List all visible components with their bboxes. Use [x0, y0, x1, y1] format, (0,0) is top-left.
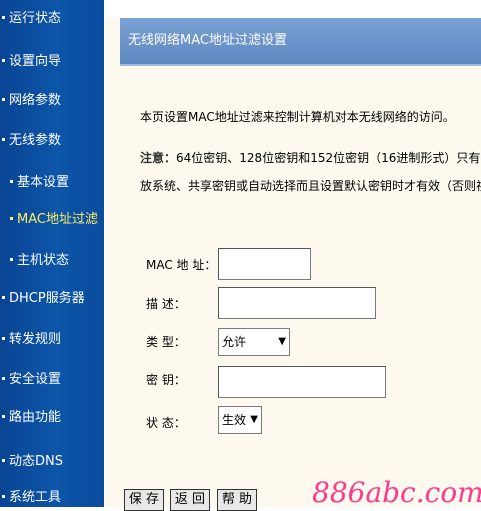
status-label: 状 态： [146, 416, 186, 430]
sidebar-item-wireless-params[interactable]: 无线参数 [0, 129, 104, 153]
sidebar-item-label: 主机状态 [17, 253, 70, 268]
chevron-down-icon[interactable]: ▼ [250, 407, 258, 433]
page-description: 本页设置MAC地址过滤来控制计算机对本无线网络的访问。 [140, 110, 455, 124]
help-button[interactable]: 帮 助 [217, 489, 257, 511]
sidebar-item-network-params[interactable]: 网络参数 [0, 89, 104, 113]
page-title: 无线网络MAC地址过滤设置 [120, 18, 481, 64]
sidebar-item-label: 基本设置 [17, 175, 70, 190]
bullet-icon [2, 58, 5, 62]
key-label: 密 钥： [146, 373, 186, 387]
bullet-icon [2, 295, 5, 299]
type-label: 类 型： [146, 335, 186, 349]
key-input[interactable] [218, 366, 386, 398]
content-area: 本页设置MAC地址过滤来控制计算机对本无线网络的访问。 注意：64位密钥、128… [120, 66, 481, 507]
type-select[interactable]: 允许 ▼ [218, 328, 290, 356]
sidebar-item-label: 安全设置 [9, 372, 62, 387]
sidebar-item-host-status[interactable]: 主机状态 [0, 249, 114, 273]
main-panel: 无线网络MAC地址过滤设置 本页设置MAC地址过滤来控制计算机对本无线网络的访问… [104, 0, 481, 511]
chevron-down-icon[interactable]: ▼ [278, 329, 286, 355]
bullet-icon [2, 336, 5, 340]
sidebar-item-ddns[interactable]: 动态DNS [0, 450, 104, 474]
sidebar-item-label: 网络参数 [9, 93, 62, 108]
sidebar-item-label: DHCP服务器 [9, 291, 85, 306]
bullet-icon [2, 15, 5, 19]
note-line-1: 注意：64位密钥、128位密钥和152位密钥（16进制形式）只有在安全认证方 [140, 149, 481, 166]
sidebar-item-label: MAC地址过滤 [17, 212, 98, 227]
mac-address-label: MAC 地 址： [146, 258, 217, 272]
description-label: 描 述： [146, 297, 186, 311]
sidebar-item-system-tools[interactable]: 系统工具 [0, 486, 104, 510]
top-strip [104, 0, 481, 18]
bullet-icon [2, 414, 5, 418]
sidebar-item-forwarding-rules[interactable]: 转发规则 [0, 328, 104, 352]
save-button[interactable]: 保 存 [124, 489, 164, 511]
note-line-2: 放系统、共享密钥或自动选择而且设置默认密钥时才有效（否则视为允许通过 [140, 179, 481, 193]
sidebar-item-label: 转发规则 [9, 332, 62, 347]
sidebar-item-basic-settings[interactable]: 基本设置 [0, 171, 114, 195]
sidebar-item-dhcp-server[interactable]: DHCP服务器 [0, 287, 104, 311]
type-selected-value: 允许 [222, 335, 247, 349]
bullet-icon [10, 179, 13, 183]
mac-address-input[interactable] [218, 248, 311, 280]
note-text-1: 64位密钥、128位密钥和152位密钥（16进制形式）只有在安全认证方 [176, 151, 481, 165]
sidebar-item-run-status[interactable]: 运行状态 [0, 7, 104, 31]
sidebar-item-label: 系统工具 [9, 490, 62, 505]
site-watermark: 886abc.com [312, 476, 481, 509]
note-label: 注意： [140, 151, 177, 165]
sidebar-item-label: 无线参数 [9, 133, 62, 148]
sidebar-item-setup-wizard[interactable]: 设置向导 [0, 50, 104, 74]
bullet-icon [2, 97, 5, 101]
bullet-icon [10, 257, 13, 261]
sidebar-item-mac-filter[interactable]: MAC地址过滤 [0, 208, 114, 232]
description-input[interactable] [218, 287, 376, 319]
sidebar-item-label: 动态DNS [9, 454, 63, 469]
back-button[interactable]: 返 回 [170, 489, 210, 511]
bullet-icon [2, 376, 5, 380]
sidebar-item-security-settings[interactable]: 安全设置 [0, 368, 104, 392]
sidebar-item-label: 设置向导 [9, 54, 62, 69]
bullet-icon [10, 216, 13, 220]
bullet-icon [2, 494, 5, 498]
sidebar-nav: 运行状态 设置向导 网络参数 无线参数 基本设置 MAC地址过滤 主机状态 DH… [0, 0, 104, 507]
bullet-icon [2, 458, 5, 462]
sidebar-item-label: 路由功能 [9, 410, 62, 425]
status-selected-value: 生效 [222, 413, 247, 427]
sidebar-item-label: 运行状态 [9, 11, 62, 26]
bullet-icon [2, 137, 5, 141]
sidebar-item-routing[interactable]: 路由功能 [0, 406, 104, 430]
status-select[interactable]: 生效 ▼ [218, 406, 262, 434]
